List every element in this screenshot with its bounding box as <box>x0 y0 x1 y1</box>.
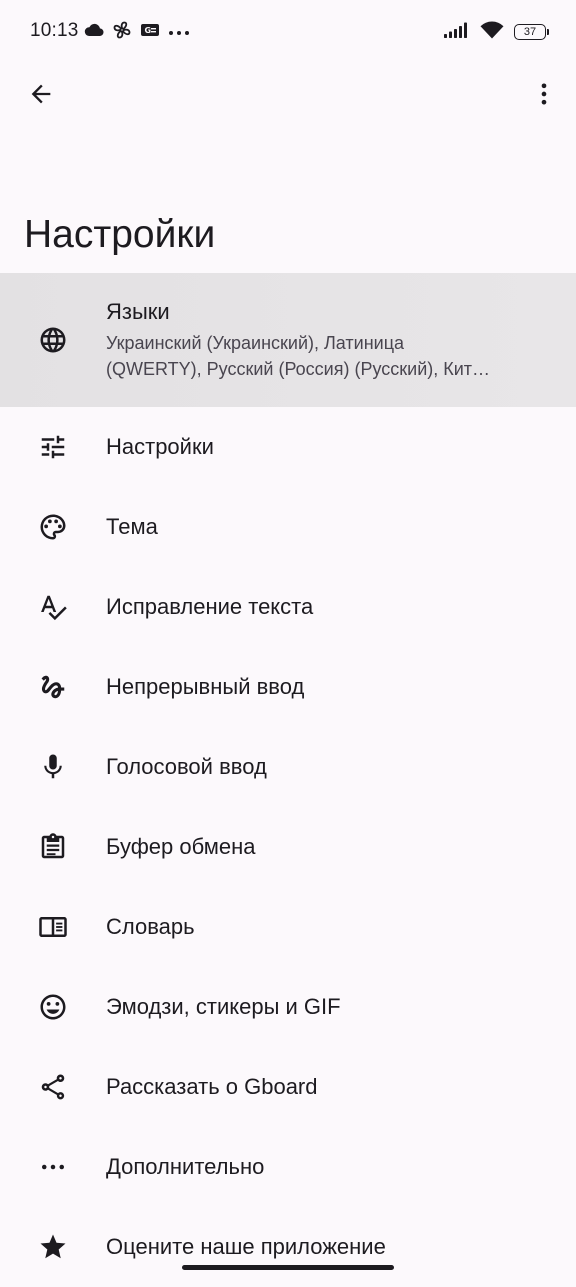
signal-icon <box>444 22 470 43</box>
settings-item-preferences[interactable]: Настройки <box>0 407 576 487</box>
languages-text: Языки Украинский (Украинский), Латиница … <box>106 298 552 382</box>
settings-item-clipboard[interactable]: Буфер обмена <box>0 807 576 887</box>
settings-item-title: Дополнительно <box>106 1154 265 1179</box>
settings-item-theme[interactable]: Тема <box>0 487 576 567</box>
status-bar: 10:13 G 37 <box>0 0 576 64</box>
palette-icon <box>37 511 69 543</box>
app-bar <box>0 64 576 128</box>
settings-item-title: Непрерывный ввод <box>106 674 305 699</box>
mic-icon <box>37 751 69 783</box>
emoji-icon <box>37 991 69 1023</box>
settings-item-title: Словарь <box>106 914 195 939</box>
wifi-icon <box>480 21 504 44</box>
settings-item-languages[interactable]: Языки Украинский (Украинский), Латиница … <box>0 273 576 407</box>
notification-icons: G <box>84 20 190 44</box>
languages-subtitle-line-2: (QWERTY), Русский (Россия) (Русский), Ки… <box>106 359 491 379</box>
cloud-icon <box>84 23 104 42</box>
spellcheck-icon <box>37 591 69 623</box>
settings-item-title: Голосовой ввод <box>106 754 267 779</box>
arrow-back-icon <box>27 80 55 113</box>
share-icon <box>37 1071 69 1103</box>
battery-icon: 37 <box>514 24 549 40</box>
fan-icon <box>112 20 132 45</box>
more-notifications-icon <box>168 23 190 41</box>
settings-item-share[interactable]: Рассказать о Gboard <box>0 1047 576 1127</box>
settings-item-title: Исправление текста <box>106 594 314 619</box>
dictionary-icon <box>37 911 69 943</box>
more-horiz-icon <box>37 1151 69 1183</box>
settings-item-title: Оцените наше приложение <box>106 1234 386 1259</box>
gesture-navigation-bar[interactable] <box>182 1265 394 1270</box>
more-vert-icon <box>530 80 558 113</box>
status-time: 10:13 <box>30 20 79 41</box>
page-title: Настройки <box>24 213 216 256</box>
gesture-icon <box>37 671 69 703</box>
svg-text:G: G <box>145 26 152 35</box>
settings-item-title: Эмодзи, стикеры и GIF <box>106 994 341 1019</box>
settings-item-title: Настройки <box>106 434 214 459</box>
settings-item-title: Буфер обмена <box>106 834 256 859</box>
settings-item-dictionary[interactable]: Словарь <box>0 887 576 967</box>
globe-icon <box>37 324 69 356</box>
settings-item-title: Тема <box>106 514 158 539</box>
settings-item-text-correction[interactable]: Исправление текста <box>0 567 576 647</box>
keyboard-badge-icon: G <box>140 22 160 43</box>
settings-item-title: Рассказать о Gboard <box>106 1074 318 1099</box>
system-icons: 37 <box>444 19 549 45</box>
settings-item-emoji[interactable]: Эмодзи, стикеры и GIF <box>0 967 576 1047</box>
settings-list: Языки Украинский (Украинский), Латиница … <box>0 273 576 1287</box>
star-icon <box>37 1231 69 1263</box>
settings-item-voice-input[interactable]: Голосовой ввод <box>0 727 576 807</box>
languages-subtitle-line-1: Украинский (Украинский), Латиница <box>106 333 405 353</box>
settings-item-title: Языки <box>106 299 170 324</box>
battery-level: 37 <box>523 26 537 38</box>
settings-item-rate-app[interactable]: Оцените наше приложение <box>0 1207 576 1287</box>
tune-icon <box>37 431 69 463</box>
settings-item-advanced[interactable]: Дополнительно <box>0 1127 576 1207</box>
clipboard-icon <box>37 831 69 863</box>
back-button[interactable] <box>17 72 65 120</box>
settings-item-glide-typing[interactable]: Непрерывный ввод <box>0 647 576 727</box>
more-options-button[interactable] <box>524 72 564 120</box>
